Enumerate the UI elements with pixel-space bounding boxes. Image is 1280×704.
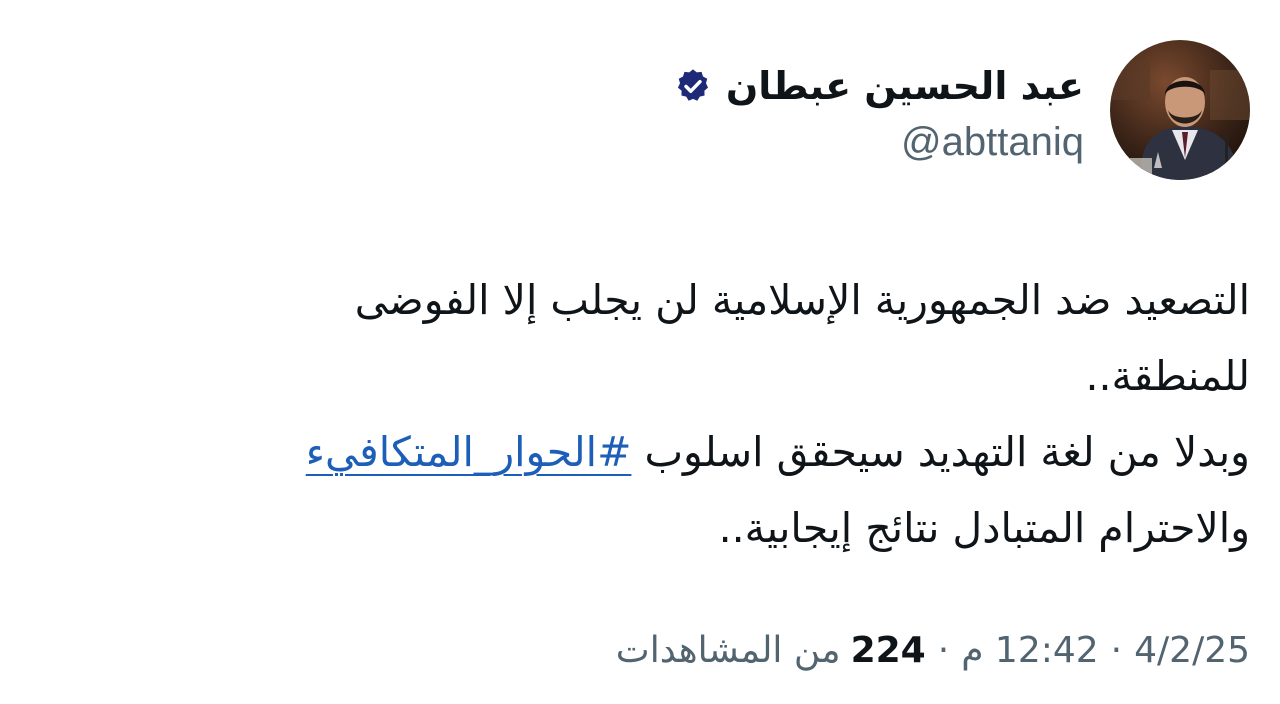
- tweet-header: عبد الحسين عبطان @abttaniq: [674, 40, 1250, 180]
- author-handle[interactable]: @abttaniq: [901, 120, 1084, 165]
- tweet-time-text: 12:42 م: [961, 630, 1099, 671]
- avatar[interactable]: [1110, 40, 1250, 180]
- name-row: عبد الحسين عبطان: [674, 56, 1084, 116]
- tweet-text: التصعيد ضد الجمهورية الإسلامية لن يجلب إ…: [110, 262, 1250, 566]
- tweet-date[interactable]: 4/2/25: [1134, 630, 1250, 671]
- author-identity: عبد الحسين عبطان @abttaniq: [674, 56, 1084, 165]
- views-count[interactable]: 224: [851, 630, 926, 671]
- meta-separator: ·: [1110, 630, 1123, 671]
- tweet-text-line-4: والاحترام المتبادل نتائج إيجابية..: [718, 504, 1250, 552]
- author-display-name[interactable]: عبد الحسين عبطان: [726, 64, 1084, 108]
- tweet-text-line-2: للمنطقة..: [1085, 352, 1250, 400]
- hashtag-link[interactable]: #الحوار_المتكافيء: [306, 428, 632, 476]
- avatar-image: [1110, 40, 1250, 180]
- verified-badge-icon: [674, 67, 712, 105]
- tweet-text-line-1: التصعيد ضد الجمهورية الإسلامية لن يجلب إ…: [354, 276, 1250, 324]
- tweet-text-line-3: وبدلا من لغة التهديد سيحقق اسلوب #الحوار…: [110, 414, 1250, 490]
- views-label: من المشاهدات: [615, 630, 841, 671]
- meta-separator: ·: [937, 630, 950, 671]
- tweet-time[interactable]: 12:42 م: [961, 630, 1098, 671]
- tweet-metadata: 4/2/25 · 12:42 م · 224 من المشاهدات: [616, 630, 1250, 671]
- tweet-text-line-3-start: وبدلا من لغة التهديد سيحقق اسلوب: [631, 428, 1250, 476]
- tweet-card: عبد الحسين عبطان @abttaniq التصعيد ضد ال…: [0, 0, 1280, 704]
